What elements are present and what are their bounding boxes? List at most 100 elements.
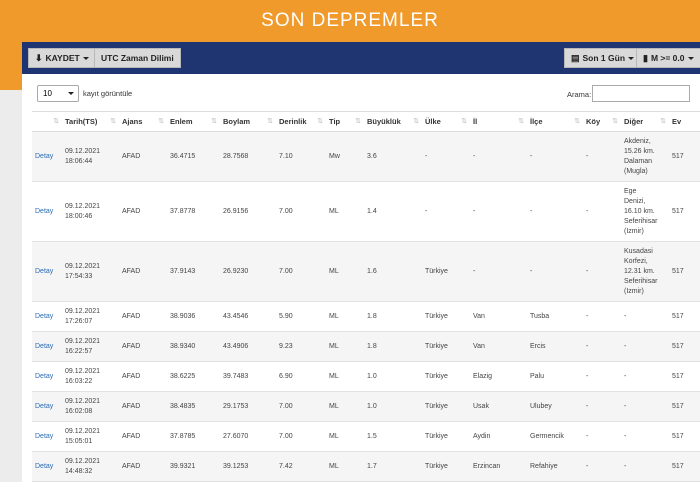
table-row: Detay 09.12.2021 17:54:33 AFAD 37.9143 26.923… (32, 241, 700, 302)
latitude-cell: 37.8778 (167, 181, 220, 242)
event-cell: 517 (669, 331, 700, 362)
latitude-cell: 39.9321 (167, 451, 220, 482)
type-cell: ML (326, 241, 364, 302)
type-cell: ML (326, 361, 364, 392)
column-header[interactable]: Köy ⇅ (583, 111, 621, 132)
table-row: Detay 09.12.2021 16:03:22 AFAD 38.6225 39.748… (32, 361, 700, 392)
detail-link[interactable]: Detay (32, 301, 62, 332)
latitude-cell: 38.9340 (167, 331, 220, 362)
depth-cell: 7.42 (276, 451, 326, 482)
sort-icon: ⇅ (317, 118, 323, 125)
type-cell: ML (326, 181, 364, 242)
latitude-cell: 36.4715 (167, 131, 220, 182)
village-cell: - (583, 241, 621, 302)
event-cell: 517 (669, 451, 700, 482)
search-label: Arama: (567, 90, 592, 99)
page-size-select[interactable]: 10 (37, 85, 79, 102)
column-header[interactable]: Tip ⇅ (326, 111, 364, 132)
column-header[interactable]: Ajans ⇅ (119, 111, 167, 132)
date-cell: 09.12.2021 15:05:01 (62, 421, 119, 452)
column-header[interactable]: ⇅ (32, 111, 62, 132)
date-cell: 09.12.2021 17:26:07 (62, 301, 119, 332)
magnitude-cell: 3.6 (364, 131, 422, 182)
period-dropdown[interactable]: ▤ Son 1 Gün (564, 48, 642, 68)
longitude-cell: 27.6070 (220, 421, 276, 452)
date-cell: 09.12.2021 16:22:57 (62, 331, 119, 362)
table-row: Detay 09.12.2021 15:05:01 AFAD 37.8785 27.607… (32, 421, 700, 452)
detail-link[interactable]: Detay (32, 131, 62, 182)
column-header[interactable]: Diğer ⇅ (621, 111, 669, 132)
country-cell: Türkiye (422, 391, 470, 422)
depth-cell: 6.90 (276, 361, 326, 392)
agency-cell: AFAD (119, 131, 167, 182)
province-cell: Usak (470, 391, 527, 422)
event-cell: 517 (669, 181, 700, 242)
date-cell: 09.12.2021 16:03:22 (62, 361, 119, 392)
depth-cell: 9.23 (276, 331, 326, 362)
column-header[interactable]: Boylam ⇅ (220, 111, 276, 132)
column-header[interactable]: Enlem ⇅ (167, 111, 220, 132)
type-cell: ML (326, 451, 364, 482)
latitude-cell: 38.6225 (167, 361, 220, 392)
event-cell: 517 (669, 131, 700, 182)
sort-icon: ⇅ (53, 118, 59, 125)
magnitude-cell: 1.0 (364, 391, 422, 422)
depth-cell: 7.00 (276, 241, 326, 302)
table-header-row: ⇅ Tarih(TS) ⇅ Ajans ⇅ Enlem ⇅ Boylam ⇅ Derinlik ⇅ T… (32, 111, 700, 132)
latitude-cell: 37.8785 (167, 421, 220, 452)
detail-link[interactable]: Detay (32, 181, 62, 242)
district-cell: Refahiye (527, 451, 583, 482)
magnitude-cell: 1.8 (364, 301, 422, 332)
province-cell: Aydin (470, 421, 527, 452)
sort-icon: ⇅ (518, 118, 524, 125)
other-cell: - (621, 451, 669, 482)
depth-cell: 7.00 (276, 391, 326, 422)
agency-cell: AFAD (119, 181, 167, 242)
latitude-cell: 38.9036 (167, 301, 220, 332)
depth-cell: 7.00 (276, 421, 326, 452)
table-row: Detay 09.12.2021 18:00:46 AFAD 37.8778 26.915… (32, 181, 700, 242)
column-header[interactable]: Ev (669, 111, 700, 132)
column-header[interactable]: Derinlik ⇅ (276, 111, 326, 132)
district-cell: Palu (527, 361, 583, 392)
country-cell: Türkiye (422, 361, 470, 392)
other-cell: - (621, 361, 669, 392)
agency-cell: AFAD (119, 391, 167, 422)
download-icon: ⬇ (35, 53, 43, 63)
detail-link[interactable]: Detay (32, 241, 62, 302)
country-cell: Türkiye (422, 451, 470, 482)
province-cell: Elazig (470, 361, 527, 392)
earthquake-table: ⇅ Tarih(TS) ⇅ Ajans ⇅ Enlem ⇅ Boylam ⇅ Derinlik ⇅ T… (32, 111, 700, 482)
province-cell: - (470, 181, 527, 242)
magnitude-dropdown[interactable]: ▮ M >= 0.0 (636, 48, 700, 68)
other-cell: - (621, 421, 669, 452)
column-header[interactable]: Büyüklük ⇅ (364, 111, 422, 132)
column-header[interactable]: İl ⇅ (470, 111, 527, 132)
column-header[interactable]: Ülke ⇅ (422, 111, 470, 132)
toolbar: ⬇ KAYDET UTC Zaman Dilimi ▤ Son 1 Gün ▮ M >… (22, 42, 700, 74)
village-cell: - (583, 361, 621, 392)
search-input[interactable] (592, 85, 690, 102)
save-button[interactable]: ⬇ KAYDET (28, 48, 96, 68)
detail-link[interactable]: Detay (32, 331, 62, 362)
column-header[interactable]: İlçe ⇅ (527, 111, 583, 132)
event-cell: 517 (669, 361, 700, 392)
latitude-cell: 37.9143 (167, 241, 220, 302)
date-cell: 09.12.2021 16:02:08 (62, 391, 119, 422)
sort-icon: ⇅ (574, 118, 580, 125)
column-header[interactable]: Tarih(TS) ⇅ (62, 111, 119, 132)
table-row: Detay 09.12.2021 17:26:07 AFAD 38.9036 43.454… (32, 301, 700, 332)
date-cell: 09.12.2021 17:54:33 (62, 241, 119, 302)
magnitude-cell: 1.7 (364, 451, 422, 482)
depth-cell: 7.00 (276, 181, 326, 242)
sort-icon: ⇅ (110, 118, 116, 125)
detail-link[interactable]: Detay (32, 391, 62, 422)
country-cell: Türkiye (422, 421, 470, 452)
utc-timezone-button[interactable]: UTC Zaman Dilimi (94, 48, 181, 68)
detail-link[interactable]: Detay (32, 361, 62, 392)
detail-link[interactable]: Detay (32, 421, 62, 452)
agency-cell: AFAD (119, 421, 167, 452)
event-cell: 517 (669, 241, 700, 302)
sort-icon: ⇅ (461, 118, 467, 125)
detail-link[interactable]: Detay (32, 451, 62, 482)
